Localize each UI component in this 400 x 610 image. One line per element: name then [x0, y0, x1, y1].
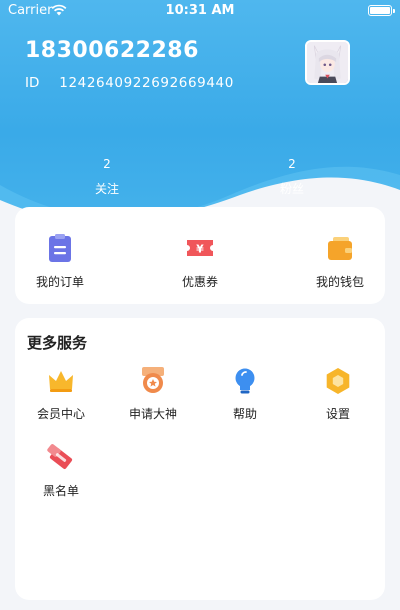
help-label: 帮助 [232, 407, 257, 421]
member-center-label: 会员中心 [36, 407, 85, 421]
fans-stat[interactable]: 2 粉丝 [267, 157, 317, 197]
coupon-label: 优惠券 [181, 275, 218, 289]
services-card: 更多服务 会员中心 申请大神 帮助 设置 黑名单 [15, 318, 385, 600]
user-id-label: ID [25, 75, 40, 91]
my-wallet-button[interactable]: 我的钱包 [295, 232, 385, 290]
fans-label: 粉丝 [279, 182, 304, 196]
services-title: 更多服务 [27, 334, 88, 352]
medal-icon [142, 367, 164, 393]
my-wallet-label: 我的钱包 [315, 275, 364, 289]
svg-text:¥: ¥ [196, 243, 204, 256]
apply-master-button[interactable]: 申请大神 [113, 366, 193, 422]
status-time: 10:31 AM [165, 3, 235, 18]
user-phone: 18300622286 [25, 38, 199, 63]
blacklist-button[interactable]: 黑名单 [21, 443, 101, 499]
crown-icon [49, 371, 73, 392]
user-id-row: ID 1242640922692669440 [25, 75, 234, 91]
status-bar: Carrier 10:31 AM [0, 0, 400, 22]
orders-card: 我的订单 ¥ 优惠券 我的钱包 [15, 207, 385, 304]
help-button[interactable]: 帮助 [205, 366, 285, 422]
coupon-button[interactable]: ¥ 优惠券 [155, 232, 245, 290]
settings-button[interactable]: 设置 [298, 366, 378, 422]
follow-count: 2 [103, 157, 111, 171]
member-center-button[interactable]: 会员中心 [21, 366, 101, 422]
anime-avatar-icon [307, 42, 348, 83]
wallet-icon [328, 237, 352, 260]
fans-count: 2 [288, 157, 296, 171]
apply-master-label: 申请大神 [128, 407, 177, 421]
settings-label: 设置 [325, 407, 350, 421]
follow-label: 关注 [94, 182, 119, 196]
battery-icon [368, 5, 395, 16]
avatar[interactable] [305, 40, 350, 85]
user-id-value: 1242640922692669440 [59, 75, 234, 91]
follow-stat[interactable]: 2 关注 [82, 157, 132, 197]
profile-header: Carrier 10:31 AM 18300622286 ID 12426409… [0, 0, 400, 240]
clipboard-icon [49, 234, 71, 262]
settings-hexagon-icon [326, 368, 350, 394]
blacklist-label: 黑名单 [42, 484, 79, 498]
blacklist-icon [47, 444, 73, 469]
coupon-icon: ¥ [187, 240, 213, 256]
my-orders-label: 我的订单 [35, 275, 84, 289]
lightbulb-icon [235, 368, 255, 394]
my-orders-button[interactable]: 我的订单 [15, 232, 105, 290]
